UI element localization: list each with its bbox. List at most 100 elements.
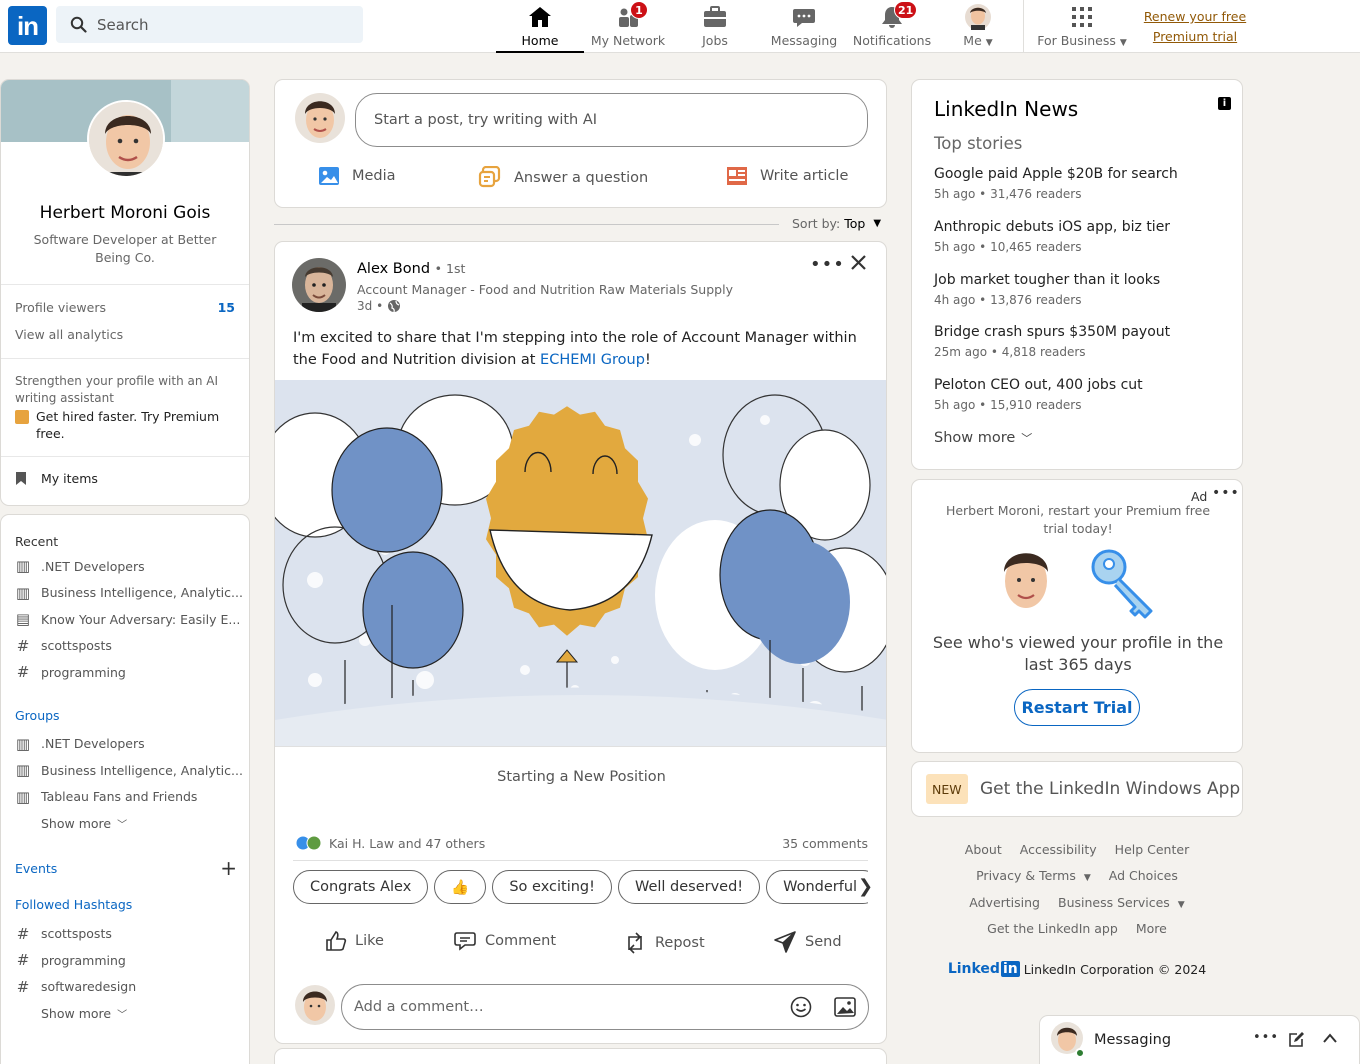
more-options-icon[interactable]: ••• (1253, 1030, 1279, 1045)
nav-messaging[interactable]: Messaging (768, 0, 840, 53)
profile-viewers-row[interactable]: Profile viewers 15 (1, 300, 249, 315)
sort-dropdown[interactable]: Sort by: Top ▼ (792, 216, 881, 231)
post-image[interactable] (275, 380, 886, 746)
footer-link[interactable]: Get the LinkedIn app (987, 921, 1118, 936)
recent-item[interactable]: ▤ Know Your Adversary: Easily E... (1, 606, 249, 633)
reply-chip[interactable]: Wonderful! (766, 870, 868, 904)
footer-link[interactable]: Accessibility (1020, 842, 1097, 857)
chevron-up-icon[interactable] (1322, 1032, 1338, 1044)
hashtag-item[interactable]: # softwaredesign (1, 974, 249, 1001)
windows-app-card[interactable]: NEW Get the LinkedIn Windows App (911, 761, 1243, 817)
like-button[interactable]: Like (325, 930, 384, 952)
recent-item[interactable]: ▥ Business Intelligence, Analytic... (1, 580, 249, 607)
messaging-overlay[interactable]: Messaging ••• (1039, 1015, 1360, 1064)
nav-notifications[interactable]: 21 Notifications (852, 0, 932, 53)
answer-question-button[interactable]: Answer a question (478, 166, 648, 190)
hashtag-item[interactable]: # programming (1, 947, 249, 974)
reply-chip[interactable]: Congrats Alex (293, 870, 429, 904)
reply-chip[interactable]: Well deserved! (617, 870, 761, 904)
footer-link[interactable]: Help Center (1115, 842, 1190, 857)
suggested-replies: Congrats Alex 👍 So exciting! Well deserv… (293, 870, 868, 904)
chat-icon (791, 4, 817, 30)
more-options-icon[interactable]: ••• (810, 254, 845, 275)
emoji-icon[interactable] (790, 996, 812, 1018)
profile-avatar[interactable] (87, 100, 165, 178)
recent-item[interactable]: # programming (1, 659, 249, 686)
my-items-link[interactable]: My items (1, 457, 249, 486)
reactions-summary[interactable]: Kai H. Law and 47 others (295, 835, 485, 851)
footer-link[interactable]: Privacy & Terms ▼ (976, 868, 1091, 883)
news-item-title: Google paid Apple $20B for search (934, 166, 1178, 182)
footer-link[interactable]: Ad Choices (1109, 868, 1178, 883)
show-more-groups[interactable]: Show more ﹀ (1, 810, 249, 837)
author-avatar[interactable] (292, 258, 346, 312)
search-box[interactable] (56, 6, 363, 43)
hashtags-title[interactable]: Followed Hashtags (1, 897, 249, 912)
news-item[interactable]: Job market tougher than it looks 4h ago •… (912, 272, 1242, 324)
search-input[interactable] (97, 15, 337, 34)
plus-icon[interactable]: + (220, 858, 237, 878)
commenter-avatar (295, 985, 335, 1025)
linkedin-logo[interactable]: in (8, 6, 47, 45)
write-article-button[interactable]: Write article (726, 166, 848, 186)
start-post-button[interactable]: Start a post, try writing with AI (355, 93, 868, 147)
divider (1, 284, 249, 285)
news-item[interactable]: Google paid Apple $20B for search 5h ago … (912, 166, 1242, 219)
close-icon[interactable] (850, 254, 867, 271)
news-show-more[interactable]: Show more ﹀ (934, 430, 1032, 446)
group-item[interactable]: ▥ Tableau Fans and Friends (1, 784, 249, 811)
photo-icon[interactable] (834, 997, 856, 1017)
nav-me[interactable]: Me ▼ (952, 0, 1004, 53)
footer-link[interactable]: More (1136, 921, 1167, 936)
footer-brand-badge: in (1000, 961, 1020, 978)
nav-for-business[interactable]: For Business ▼ (1034, 0, 1130, 53)
group-item[interactable]: ▥ Business Intelligence, Analytic... (1, 757, 249, 784)
premium-trial-link[interactable]: Renew your free Premium trial (1130, 7, 1260, 47)
post-author-line[interactable]: Alex Bond • 1st (357, 261, 465, 277)
hashtag-icon: # (16, 951, 30, 970)
info-icon[interactable]: i (1218, 97, 1231, 110)
recent-item[interactable]: # scottsposts (1, 633, 249, 660)
compose-avatar[interactable] (295, 93, 345, 143)
footer-link[interactable]: About (965, 842, 1002, 857)
nav-my-network[interactable]: 1 My Network (588, 0, 668, 53)
view-analytics-link[interactable]: View all analytics (1, 327, 249, 342)
restart-trial-button[interactable]: Restart Trial (1014, 689, 1140, 726)
repost-button[interactable]: Repost (623, 930, 705, 956)
compose-message-icon[interactable] (1288, 1032, 1304, 1048)
nav-home[interactable]: Home (496, 0, 584, 53)
profile-name[interactable]: Herbert Moroni Gois (1, 203, 249, 223)
nav-divider (1023, 0, 1024, 53)
chevron-right-icon[interactable]: ❯ (858, 876, 886, 897)
media-button[interactable]: Media (318, 166, 396, 186)
recent-item[interactable]: ▥ .NET Developers (1, 553, 249, 580)
reply-chip-thumbs[interactable]: 👍 (434, 870, 487, 904)
news-item-meta: 25m ago • 4,818 readers (934, 345, 1086, 359)
comment-button[interactable]: Comment (453, 930, 556, 952)
groups-title[interactable]: Groups (1, 708, 249, 723)
reply-chip[interactable]: So exciting! (492, 870, 612, 904)
post-time: 3d • (357, 299, 401, 313)
hashtag-label: programming (41, 952, 126, 968)
footer-link[interactable]: Advertising (969, 895, 1040, 910)
show-more-hashtags[interactable]: Show more ﹀ (1, 1000, 249, 1027)
footer-link[interactable]: Business Services ▼ (1058, 895, 1185, 910)
group-item[interactable]: ▥ .NET Developers (1, 731, 249, 758)
send-button[interactable]: Send (773, 930, 842, 954)
windows-app-text: Get the LinkedIn Windows App (980, 779, 1241, 799)
search-icon (70, 16, 87, 33)
post-link[interactable]: ECHEMI Group (540, 352, 645, 368)
news-item-title: Job market tougher than it looks (934, 272, 1161, 288)
news-item[interactable]: Bridge crash spurs $350M payout 25m ago •… (912, 324, 1242, 377)
premium-promo[interactable]: Strengthen your profile with an AI writi… (1, 359, 249, 442)
news-item[interactable]: Anthropic debuts iOS app, biz tier 5h ago… (912, 219, 1242, 272)
nav-jobs[interactable]: Jobs (683, 0, 747, 53)
events-row[interactable]: Events + (1, 858, 249, 878)
caret-down-icon: ▼ (985, 38, 993, 48)
news-item[interactable]: Peloton CEO out, 400 jobs cut 5h ago • 15… (912, 377, 1242, 430)
group-icon: ▥ (15, 761, 31, 780)
nav-label: My Network (590, 33, 666, 48)
hashtag-item[interactable]: # scottsposts (1, 921, 249, 948)
comments-count[interactable]: 35 comments (782, 836, 868, 851)
more-options-icon[interactable]: ••• (1212, 485, 1240, 501)
